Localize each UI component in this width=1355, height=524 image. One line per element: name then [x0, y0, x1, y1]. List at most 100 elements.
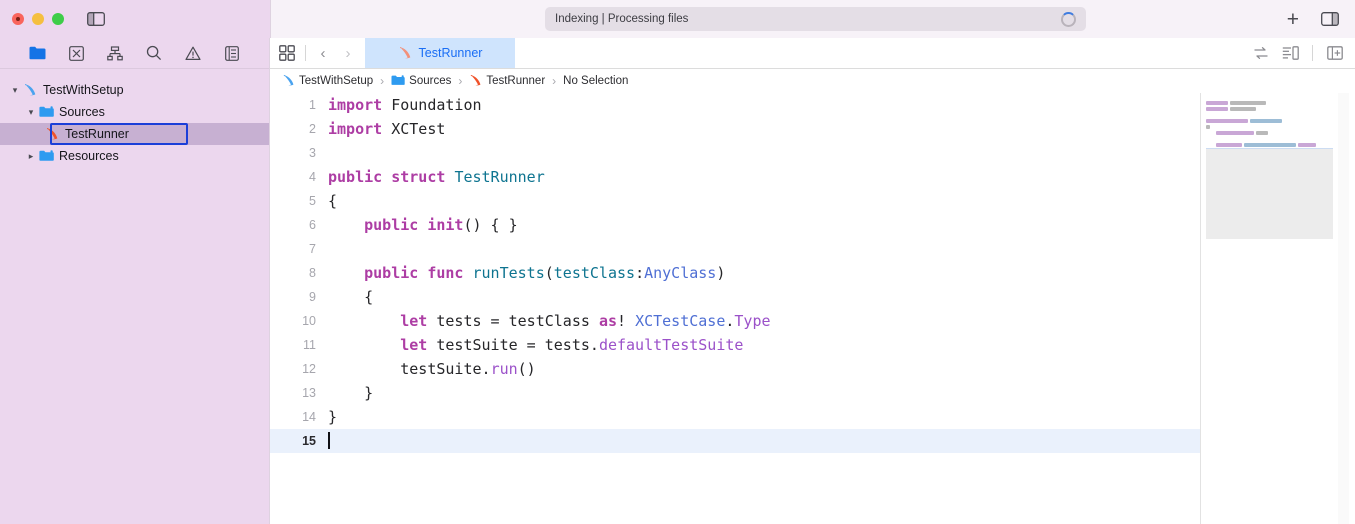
- navigator-toolbar: [0, 38, 269, 69]
- code-line[interactable]: 6 public init() { }: [270, 213, 1200, 237]
- minimap-scrollbar[interactable]: [1338, 93, 1349, 524]
- report-navigator-icon[interactable]: [223, 44, 241, 62]
- minimap-viewport[interactable]: [1206, 149, 1333, 239]
- add-editor-icon[interactable]: [1326, 45, 1343, 62]
- tab-testrunner[interactable]: TestRunner: [365, 38, 515, 68]
- breadcrumb-item-file[interactable]: TestRunner: [469, 74, 545, 88]
- text-cursor: [328, 432, 330, 449]
- minimap[interactable]: [1200, 93, 1355, 524]
- chevron-down-icon[interactable]: ▾: [8, 85, 22, 96]
- code-line[interactable]: 5{: [270, 189, 1200, 213]
- line-number: 15: [302, 434, 316, 448]
- code-line[interactable]: 4 public struct TestRunner: [270, 165, 1200, 189]
- source-control-navigator-icon[interactable]: [67, 44, 85, 62]
- code-line[interactable]: 11 let testSuite = tests.defaultTestSuit…: [270, 333, 1200, 357]
- code-text: import XCTest: [328, 120, 446, 138]
- divider: [1312, 45, 1313, 61]
- code-text: import Foundation: [328, 96, 482, 114]
- breadcrumb: TestWithSetup › Sources › TestRunner › N…: [270, 69, 1355, 93]
- minimap-segment: [1206, 119, 1248, 123]
- minimap-segment: [1244, 143, 1296, 147]
- project-tree: ▾ TestWithSetup ▾ Sources TestRunner ▸ R…: [0, 69, 269, 524]
- line-number: 13: [302, 386, 316, 400]
- chevron-down-icon[interactable]: ▾: [24, 107, 38, 118]
- code-line[interactable]: 7: [270, 237, 1200, 261]
- minimap-segment: [1206, 107, 1228, 111]
- editor-grid-icon[interactable]: [279, 44, 296, 62]
- tree-item-sources[interactable]: ▾ Sources: [0, 101, 269, 123]
- code-text: {: [328, 192, 338, 210]
- title-bar-left: [0, 0, 270, 38]
- traffic-lights: [12, 13, 64, 25]
- status-text: Indexing | Processing files: [555, 13, 689, 25]
- minimap-segment: [1256, 131, 1268, 135]
- code-line[interactable]: 2 import XCTest: [270, 117, 1200, 141]
- navigate-forward-icon[interactable]: ›: [340, 46, 356, 61]
- code-editor: 1 import Foundation 2 import XCTest 3 4 public…: [270, 93, 1355, 524]
- breadcrumb-item-sources[interactable]: Sources: [391, 74, 452, 88]
- title-bar-right: Indexing | Processing files +: [270, 0, 1355, 38]
- minimap-segment: [1206, 125, 1210, 129]
- navigator-sidebar: ▾ TestWithSetup ▾ Sources TestRunner ▸ R…: [0, 38, 270, 524]
- editor-tab-bar: ‹ › TestRunner: [270, 38, 1355, 69]
- chevron-right-icon[interactable]: ▸: [24, 151, 38, 162]
- code-line[interactable]: 3: [270, 141, 1200, 165]
- minimap-segment: [1230, 107, 1256, 111]
- minimize-button[interactable]: [32, 13, 44, 25]
- minimap-segment: [1216, 143, 1242, 147]
- code-line[interactable]: 1 import Foundation: [270, 93, 1200, 117]
- breadcrumb-item-project[interactable]: TestWithSetup: [282, 74, 373, 88]
- minimap-segment: [1230, 101, 1266, 105]
- line-number: 10: [302, 314, 316, 328]
- breadcrumb-separator: ›: [458, 74, 463, 88]
- issue-navigator-icon[interactable]: [184, 44, 202, 62]
- code-line[interactable]: 8 public func runTests(testClass:AnyClas…: [270, 261, 1200, 285]
- code-text: public func runTests(testClass:AnyClass): [364, 264, 726, 282]
- line-number: 11: [303, 338, 316, 352]
- find-navigator-icon[interactable]: [145, 44, 163, 62]
- close-button[interactable]: [12, 13, 24, 25]
- add-button[interactable]: +: [1287, 9, 1299, 30]
- line-number: 1: [309, 98, 316, 112]
- folder-icon: [38, 106, 54, 118]
- code-line[interactable]: 15: [270, 429, 1200, 453]
- line-number: 6: [309, 218, 316, 232]
- minimap-segment: [1250, 119, 1282, 123]
- project-navigator-icon[interactable]: [28, 44, 46, 62]
- sidebar-toggle-icon[interactable]: [86, 12, 106, 27]
- code-text: testSuite.run(): [328, 360, 536, 378]
- tree-item-testwithsetup[interactable]: ▾ TestWithSetup: [0, 79, 269, 101]
- code-text: public init() { }: [364, 216, 518, 234]
- breadcrumb-label: Sources: [409, 75, 452, 87]
- breadcrumb-item-selection[interactable]: No Selection: [563, 75, 628, 87]
- minimap-segment: [1206, 101, 1228, 105]
- related-items-icon[interactable]: [1252, 45, 1269, 62]
- code-line[interactable]: 12 testSuite.run(): [270, 357, 1200, 381]
- code-text: }: [328, 384, 374, 402]
- code-text: }: [328, 408, 338, 426]
- line-number: 7: [309, 242, 316, 256]
- title-bar-actions: +: [1287, 0, 1355, 38]
- tree-item-resources[interactable]: ▸ Resources: [0, 145, 269, 167]
- navigate-back-icon[interactable]: ‹: [315, 46, 331, 61]
- code-line[interactable]: 14}: [270, 405, 1200, 429]
- minimap-segment: [1206, 131, 1214, 135]
- swift-project-icon: [282, 74, 295, 88]
- symbol-navigator-icon[interactable]: [106, 44, 124, 62]
- status-bar[interactable]: Indexing | Processing files: [545, 7, 1086, 31]
- tab-label: TestRunner: [418, 46, 483, 60]
- minimap-toggle-icon[interactable]: [1282, 45, 1299, 62]
- code-line[interactable]: 10 let tests = testClass as! XCTestCase.…: [270, 309, 1200, 333]
- inspector-toggle-icon[interactable]: [1321, 11, 1341, 27]
- tab-bar-left: ‹ ›: [270, 38, 365, 68]
- line-number: 5: [309, 194, 316, 208]
- code-text: {: [328, 288, 374, 306]
- tree-item-testrunner[interactable]: TestRunner: [0, 123, 269, 145]
- zoom-button[interactable]: [52, 13, 64, 25]
- code-line[interactable]: 9 {: [270, 285, 1200, 309]
- code-scroll-area[interactable]: 1 import Foundation 2 import XCTest 3 4 public…: [270, 93, 1200, 524]
- swift-project-icon: [22, 83, 38, 97]
- line-number: 12: [302, 362, 316, 376]
- code-line[interactable]: 13 }: [270, 381, 1200, 405]
- minimap-segment: [1206, 143, 1214, 147]
